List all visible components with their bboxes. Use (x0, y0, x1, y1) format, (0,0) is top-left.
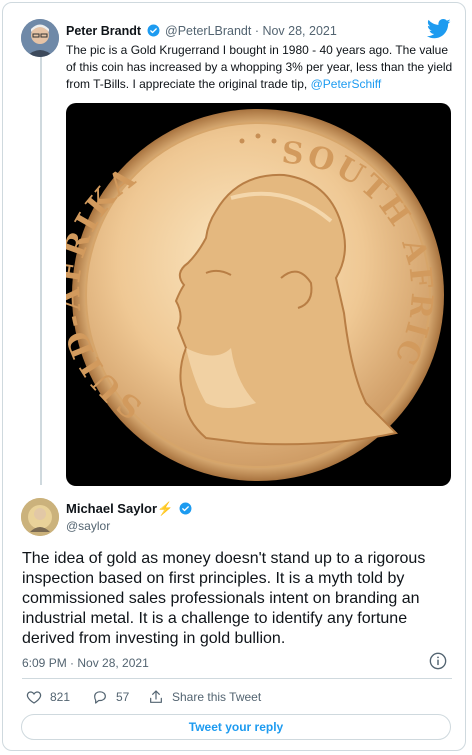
divider (22, 678, 452, 679)
share-label: Share this Tweet (172, 690, 262, 704)
reply-count: 57 (116, 690, 130, 704)
author-name[interactable]: Peter Brandt (66, 24, 141, 38)
share-icon (150, 690, 162, 703)
tweet-your-reply-button[interactable]: Tweet your reply (21, 714, 451, 740)
share-button[interactable]: Share this Tweet (148, 689, 261, 705)
verified-badge-icon (179, 502, 192, 515)
heart-icon (26, 691, 42, 704)
info-icon[interactable] (429, 652, 447, 670)
tweet-media-image[interactable]: SUID-AFRIKA SOUTH AFRICA (66, 103, 451, 486)
reply-author-handle[interactable]: @saylor (66, 519, 110, 533)
quoted-tweet-text: The pic is a Gold Krugerrand I bought in… (66, 42, 454, 93)
tweet-card: Peter Brandt @PeterLBrandt · Nov 28, 202… (2, 2, 466, 751)
thread-line (40, 55, 42, 485)
reply-button[interactable]: 57 (92, 689, 129, 705)
tweet-actions: 821 57 Share this Tweet (22, 689, 452, 707)
handle-and-date[interactable]: @PeterLBrandt · Nov 28, 2021 (165, 24, 337, 38)
avatar[interactable] (21, 498, 59, 536)
quoted-tweet-header: Peter Brandt @PeterLBrandt · Nov 28, 202… (66, 24, 337, 38)
comment-icon (94, 691, 106, 704)
quoted-tweet-body: The pic is a Gold Krugerrand I bought in… (66, 43, 453, 91)
like-count: 821 (50, 690, 71, 704)
avatar[interactable] (21, 19, 59, 57)
mention-link[interactable]: @PeterSchiff (311, 77, 382, 91)
gold-coin-image: SUID-AFRIKA SOUTH AFRICA (66, 103, 444, 481)
verified-badge-icon (147, 24, 159, 37)
reply-author-name-row: Michael Saylor⚡ (66, 501, 194, 517)
reply-author-name[interactable]: Michael Saylor⚡ (66, 501, 173, 516)
like-button[interactable]: 821 (26, 689, 70, 705)
tweet-timestamp[interactable]: 6:09 PM · Nov 28, 2021 (22, 656, 149, 670)
twitter-bird-icon[interactable] (427, 19, 451, 39)
tweet-text: The idea of gold as money doesn't stand … (22, 550, 426, 647)
